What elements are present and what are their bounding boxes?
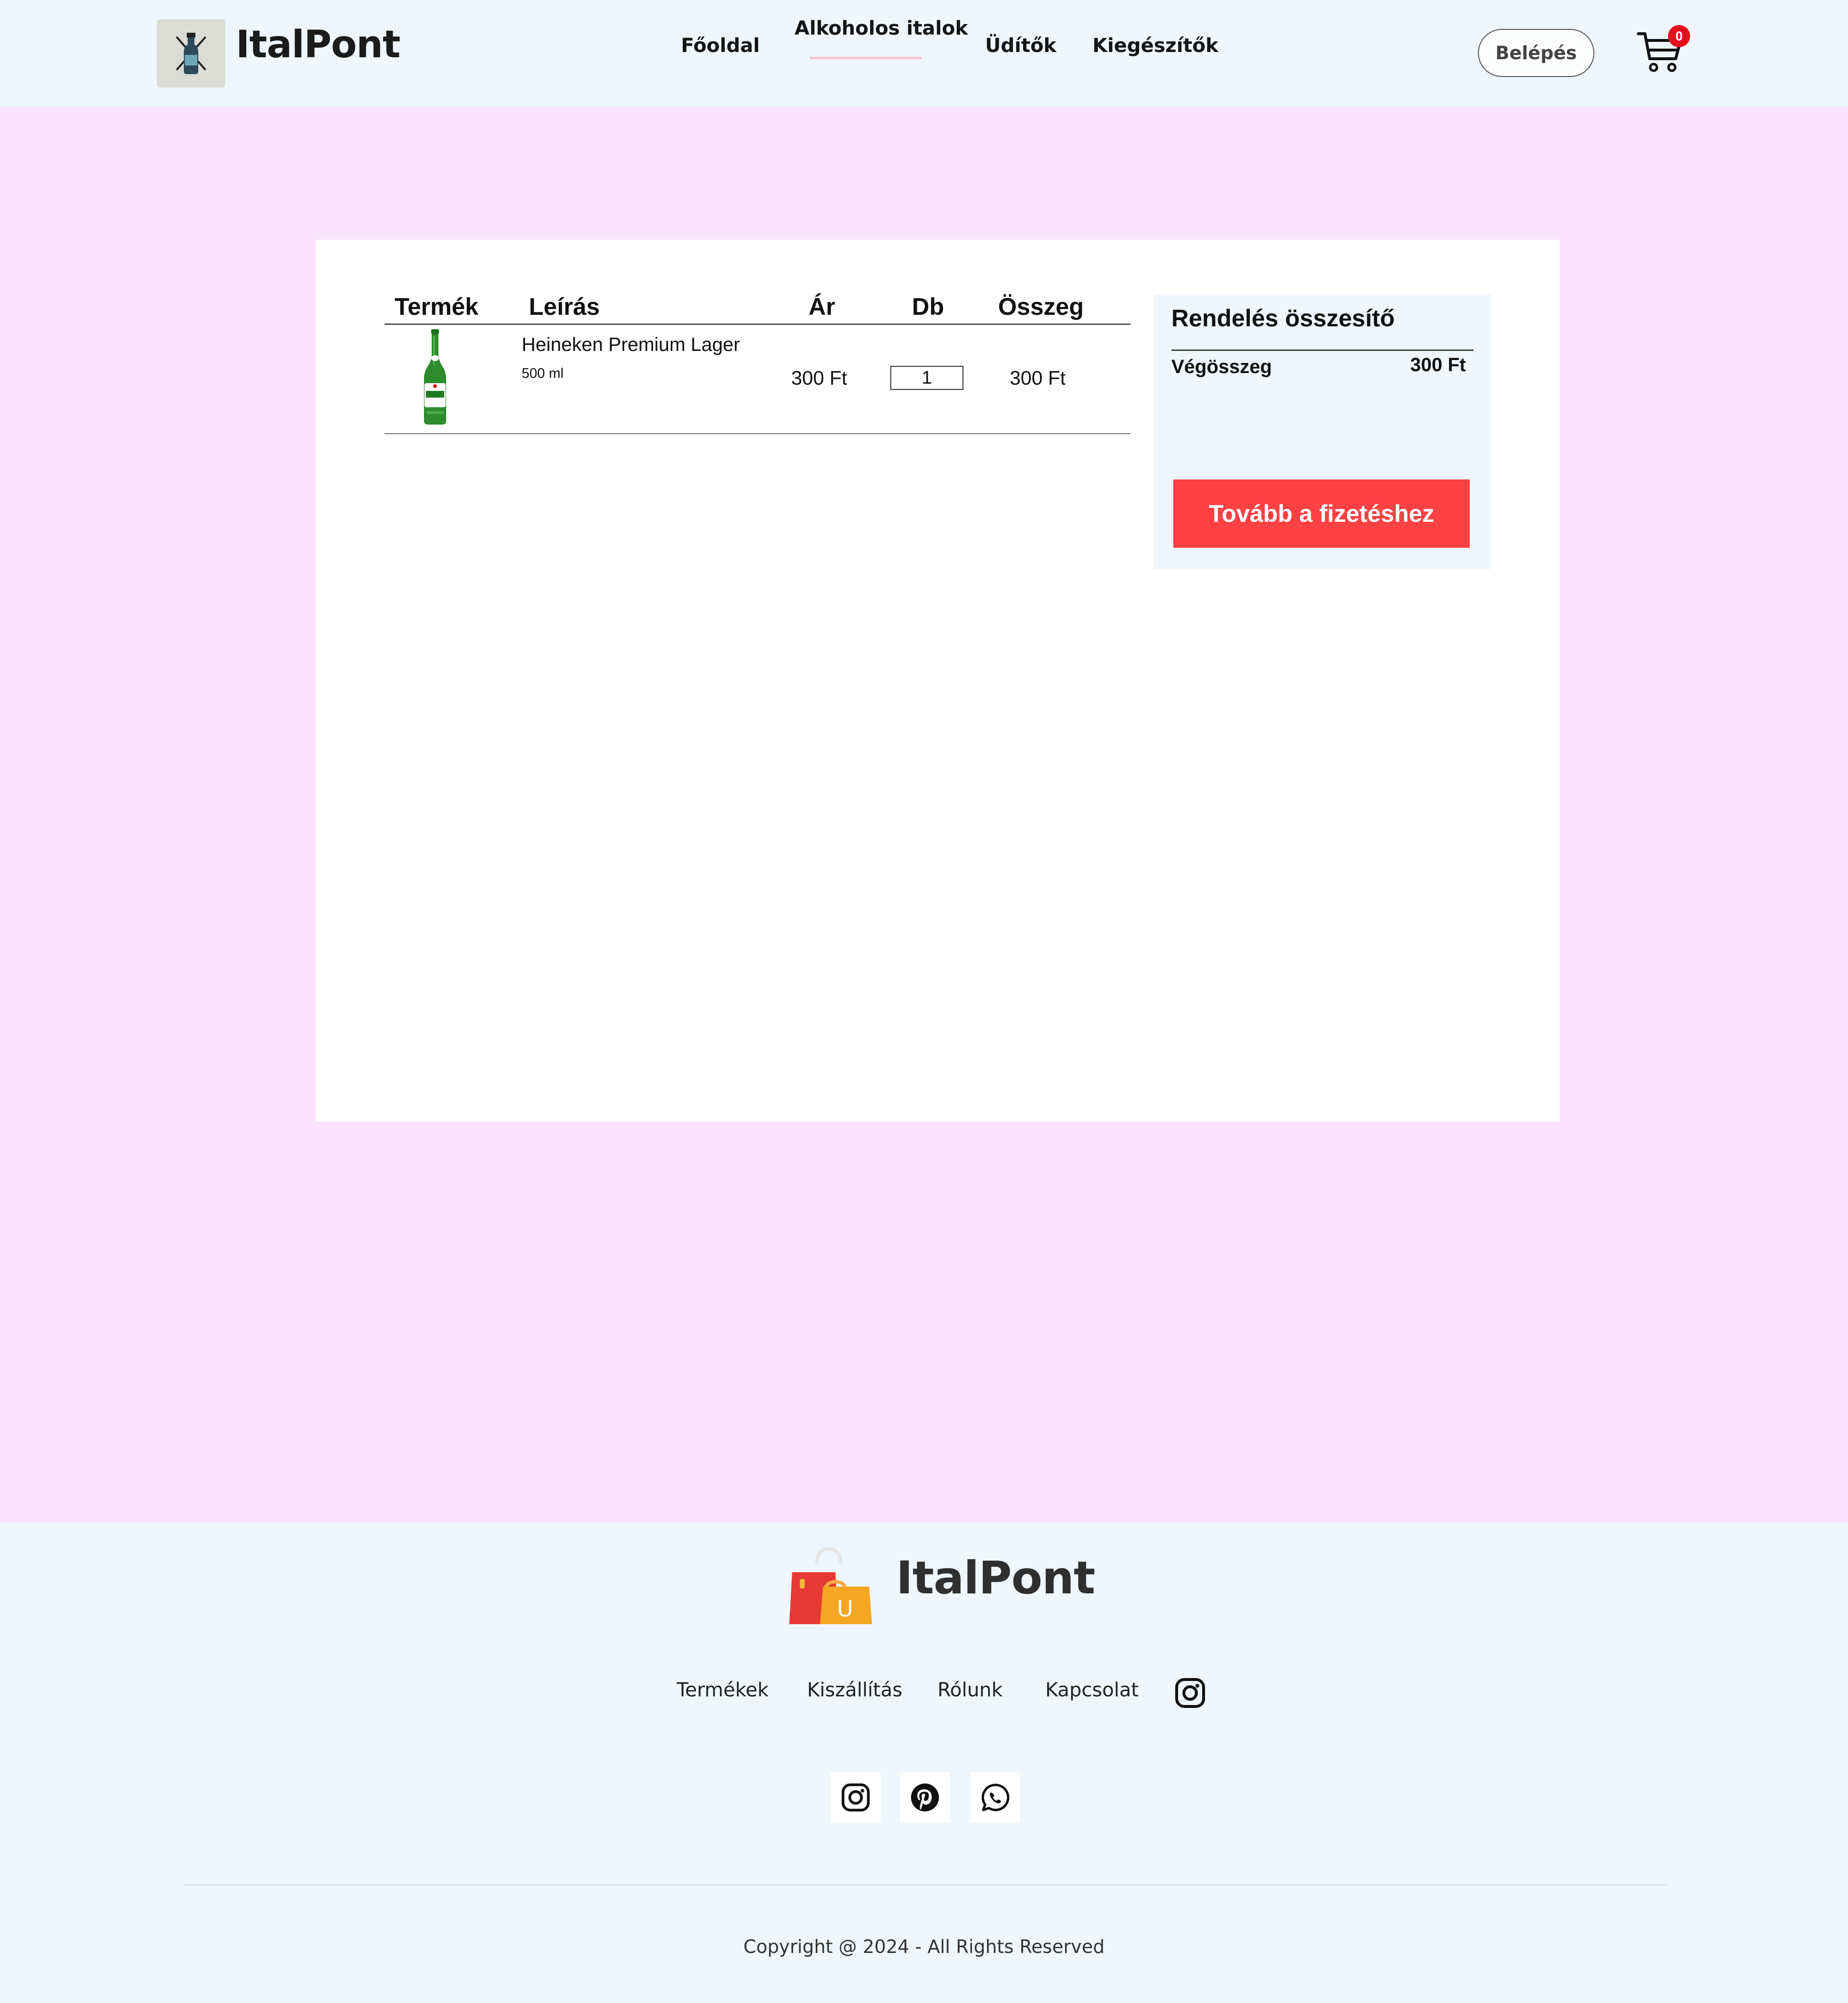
order-summary: Rendelés összesítő Végösszeg 300 Ft Tová… <box>1154 295 1491 569</box>
svg-text:U: U <box>837 1596 853 1622</box>
product-volume: 500 ml <box>522 366 564 381</box>
table-header-divider <box>385 323 1130 325</box>
product-name[interactable]: Heineken Premium Lager <box>522 334 740 356</box>
checkout-button[interactable]: Tovább a fizetéshez <box>1173 479 1470 548</box>
site-footer: U ItalPont Termékek Kiszállítás Rólunk K… <box>0 1522 1848 2003</box>
quantity-input[interactable] <box>890 366 963 390</box>
grand-total-label: Végösszeg <box>1171 356 1272 377</box>
nav-accessories[interactable]: Kiegészítők <box>1092 35 1219 57</box>
bottles-logo-icon <box>176 33 206 74</box>
column-header-total: Összeg <box>998 293 1084 320</box>
site-header: ItalPont Főoldal Alkoholos italok Üdítők… <box>0 0 1848 107</box>
table-row-divider <box>385 433 1130 434</box>
nav-soft-drinks[interactable]: Üdítők <box>985 35 1056 57</box>
footer-brand-name: ItalPont <box>896 1552 1095 1604</box>
cart-count-badge: 0 <box>1668 25 1690 47</box>
footer-link-delivery[interactable]: Kiszállítás <box>807 1679 902 1701</box>
column-header-quantity: Db <box>912 293 944 320</box>
grand-total-value: 300 Ft <box>1410 354 1466 375</box>
nav-home[interactable]: Főoldal <box>681 35 760 57</box>
cart-panel: Termék Leírás Ár Db Összeg Heineken Prem… <box>316 240 1560 1122</box>
active-nav-indicator <box>809 57 922 59</box>
whatsapp-icon <box>981 1783 1010 1811</box>
footer-divider <box>185 1884 1667 1886</box>
pinterest-icon <box>911 1783 939 1811</box>
beer-bottle-icon <box>424 329 446 425</box>
footer-link-about[interactable]: Rólunk <box>937 1679 1002 1701</box>
social-pinterest-button[interactable] <box>900 1772 950 1822</box>
nav-alcoholic-drinks[interactable]: Alkoholos italok <box>795 17 968 39</box>
shopping-bag-logo-icon: U <box>789 1547 872 1624</box>
brand-name[interactable]: ItalPont <box>236 23 400 66</box>
footer-link-contact[interactable]: Kapcsolat <box>1045 1679 1139 1701</box>
column-header-price: Ár <box>808 293 835 320</box>
login-button[interactable]: Belépés <box>1478 29 1594 77</box>
logo[interactable] <box>157 19 225 88</box>
column-header-description: Leírás <box>529 293 600 320</box>
summary-divider <box>1171 349 1474 351</box>
instagram-icon <box>841 1783 870 1812</box>
product-price: 300 Ft <box>791 367 847 389</box>
copyright-text: Copyright @ 2024 - All Rights Reserved <box>743 1936 1105 1957</box>
social-instagram-button[interactable] <box>831 1772 881 1822</box>
summary-title: Rendelés összesítő <box>1171 305 1395 332</box>
footer-link-products[interactable]: Termékek <box>677 1679 769 1701</box>
line-total: 300 Ft <box>1010 367 1066 389</box>
column-header-product: Termék <box>395 293 479 320</box>
instagram-icon[interactable] <box>1174 1677 1206 1709</box>
social-whatsapp-button[interactable] <box>970 1772 1020 1822</box>
